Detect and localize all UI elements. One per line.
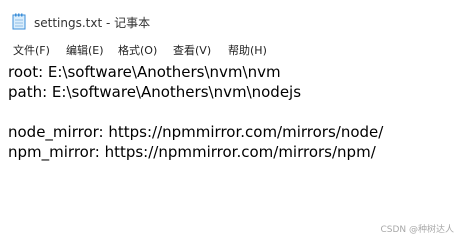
menu-format[interactable]: 格式(O)	[118, 42, 157, 58]
notepad-window: settings.txt - 记事本 文件(F) 编辑(E) 格式(O) 查看(…	[0, 0, 458, 241]
editor-line-node-mirror: node_mirror: https://npmmirror.com/mirro…	[8, 123, 384, 141]
window-title: settings.txt - 记事本	[34, 16, 151, 30]
text-editor[interactable]: root: E:\software\Anothers\nvm\nvm path:…	[0, 58, 458, 241]
menu-bar: 文件(F) 编辑(E) 格式(O) 查看(V) 帮助(H)	[0, 40, 458, 58]
menu-file[interactable]: 文件(F)	[13, 42, 50, 58]
editor-line-path: path: E:\software\Anothers\nvm\nodejs	[8, 83, 302, 101]
menu-edit[interactable]: 编辑(E)	[66, 42, 104, 58]
menu-view[interactable]: 查看(V)	[173, 42, 211, 58]
menu-help[interactable]: 帮助(H)	[228, 42, 267, 58]
title-bar[interactable]: settings.txt - 记事本	[0, 0, 458, 40]
notepad-icon	[12, 13, 26, 30]
editor-line-npm-mirror: npm_mirror: https://npmmirror.com/mirror…	[8, 143, 376, 161]
watermark: CSDN @种树达人	[380, 225, 454, 235]
editor-line-root: root: E:\software\Anothers\nvm\nvm	[8, 63, 281, 81]
